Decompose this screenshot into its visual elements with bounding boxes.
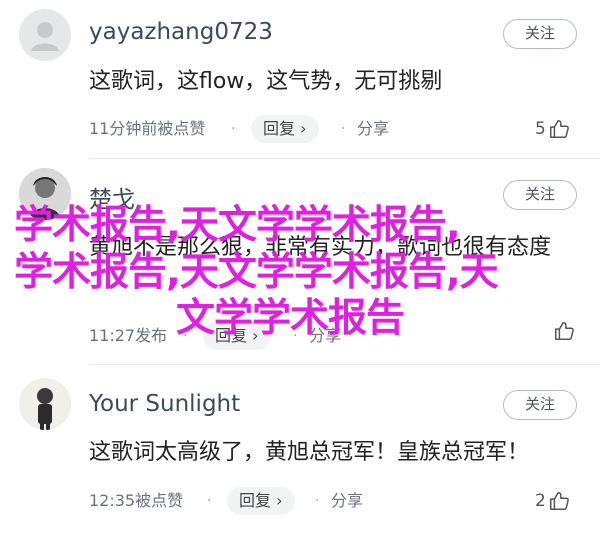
thumbs-up-icon: [555, 322, 574, 340]
separator-dot: ·: [315, 493, 320, 509]
thumbs-up-icon: [549, 492, 569, 510]
avatar-default[interactable]: [19, 9, 71, 61]
follow-button[interactable]: 关注: [503, 390, 577, 420]
like-button[interactable]: 5: [535, 113, 570, 145]
reply-button[interactable]: 回复 ›: [227, 487, 295, 515]
divider: [89, 158, 600, 159]
timestamp: 11分钟前被点赞: [89, 119, 206, 138]
username[interactable]: Your Sunlight: [89, 391, 240, 417]
avatar-portrait-icon: [19, 378, 71, 430]
separator-dot: ·: [207, 493, 212, 509]
share-button[interactable]: 分享: [357, 113, 389, 145]
like-button[interactable]: [551, 320, 575, 342]
like-count: 2: [535, 491, 546, 511]
follow-button[interactable]: 关注: [503, 180, 577, 210]
person-silhouette-icon: [19, 9, 71, 61]
separator-dot: ·: [231, 121, 236, 137]
timestamp: 12:35被点赞: [89, 491, 184, 510]
watermark-line-3: 文学学术报告: [176, 296, 405, 341]
watermark-line-2: 学术报告,天文学学术报告,天: [14, 250, 499, 295]
avatar-user[interactable]: [19, 378, 71, 430]
chevron-right-icon: ›: [300, 119, 307, 138]
like-button[interactable]: 2: [535, 485, 570, 517]
like-count: 5: [535, 119, 546, 139]
thumbs-up-icon: [549, 120, 569, 138]
comment-meta: 12:35被点赞 · 回复 › · 分享 2: [89, 485, 584, 517]
reply-button[interactable]: 回复 ›: [251, 115, 319, 143]
separator-dot: ·: [341, 121, 346, 137]
timestamp: 11:27发布: [89, 326, 168, 345]
watermark-line-1: 学术报告,天文学学术报告,: [14, 203, 461, 248]
divider: [89, 364, 600, 365]
username[interactable]: yayazhang0723: [89, 19, 273, 45]
follow-button[interactable]: 关注: [503, 19, 577, 49]
chevron-right-icon: ›: [276, 491, 283, 510]
reply-label: 回复: [263, 119, 296, 138]
reply-label: 回复: [239, 491, 272, 510]
comment-text: 这歌词，这flow，这气势，无可挑剔: [89, 69, 443, 94]
comment-text: 这歌词太高级了，黄旭总冠军！皇族总冠军！: [89, 440, 530, 465]
share-button[interactable]: 分享: [331, 485, 363, 517]
comment-meta: 11分钟前被点赞 · 回复 › · 分享 5: [89, 113, 584, 145]
